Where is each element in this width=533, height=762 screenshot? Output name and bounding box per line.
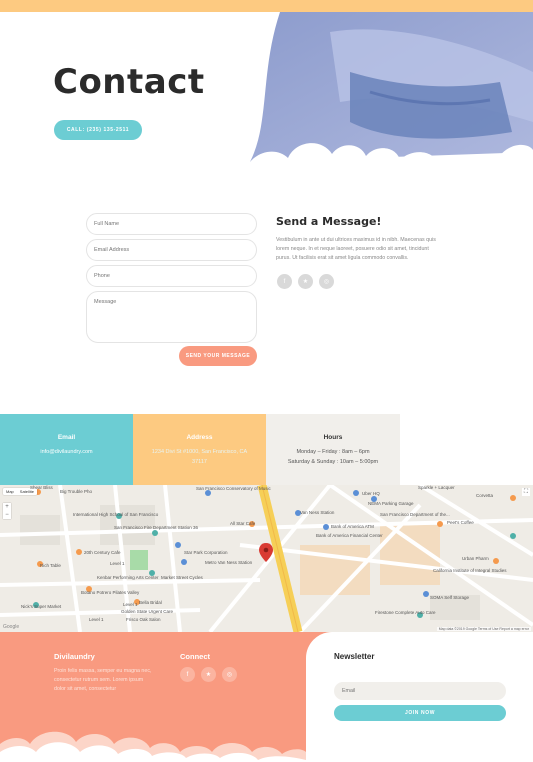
map-label: San Francisco Department of the... — [380, 512, 450, 517]
map-label: Uber HQ — [362, 491, 380, 496]
map-label: Level 1 — [89, 617, 104, 622]
map-label: Shear Bliss — [30, 485, 53, 490]
map-label: Sparkle + Lacquer — [418, 485, 455, 490]
footer-connect-heading: Connect — [180, 652, 210, 661]
map-label: NEMA Parking Garage — [368, 501, 414, 506]
zoom-controls[interactable]: + − — [3, 503, 11, 519]
send-message-text: Vestibulum in ante ut dui ultrices maxim… — [276, 237, 436, 261]
email-heading: Email — [57, 434, 76, 441]
map-label: International High School of San Francis… — [73, 512, 159, 517]
map-label: Level 1 — [123, 602, 138, 607]
map-label: Van Ness Station — [300, 510, 335, 515]
map-label: Metro Van Ness Station — [205, 560, 253, 565]
page-title: Contact — [53, 62, 205, 102]
twitter-icon[interactable]: ★ — [298, 274, 313, 289]
call-button[interactable]: CALL: (235) 135-2511 — [54, 120, 142, 140]
address-line-2: 37117 — [192, 459, 207, 465]
map-label: Kenbar Performing Arts Center — [97, 575, 159, 580]
hours-info-block: Hours Monday – Friday : 8am – 6pm Saturd… — [266, 414, 400, 485]
newsletter-card: Newsletter JOIN NOW — [306, 632, 533, 762]
address-line-1: 1234 Divi St #1000, San Francisco, CA — [151, 449, 248, 455]
map-label: Nick's Super Market — [21, 604, 62, 609]
map-toggle-map[interactable]: Map — [3, 488, 17, 495]
newsletter-email-field[interactable] — [334, 682, 506, 700]
join-now-button[interactable]: JOIN NOW — [334, 705, 506, 721]
top-accent-bar — [0, 0, 533, 12]
map-label: Firestone Complete Auto Care — [375, 610, 436, 615]
message-field[interactable] — [86, 291, 257, 343]
hours-line-1: Monday – Friday : 8am – 6pm — [296, 449, 370, 455]
map-label: San Francisco Conservatory of Music — [196, 486, 271, 491]
instagram-icon[interactable]: ◎ — [222, 667, 237, 682]
map-label: SOMA Self Storage — [430, 595, 470, 600]
send-message-heading: Send a Message! — [276, 215, 382, 228]
email-field[interactable] — [86, 239, 257, 261]
footer-brand: Divilaundry — [54, 652, 95, 661]
fullscreen-icon[interactable]: ⛶ — [522, 488, 530, 496]
facebook-icon[interactable]: f — [180, 667, 195, 682]
map-label: Frisco Oak Salon — [126, 617, 161, 622]
phone-field[interactable] — [86, 265, 257, 287]
send-message-button[interactable]: SEND YOUR MESSAGE — [179, 346, 257, 366]
hours-heading: Hours — [323, 434, 343, 441]
map-footer[interactable]: Map data ©2019 Google Terms of Use Repor… — [436, 627, 531, 631]
map-label: Peet's Coffee — [447, 520, 474, 525]
map-label: 20th Century Cafe — [84, 550, 121, 555]
email-value[interactable]: info@divilaundry.com — [0, 447, 133, 457]
map-label: San Francisco Fire Department Station 36 — [114, 525, 199, 530]
address-info-block: Address 1234 Divi St #1000, San Francisc… — [133, 414, 266, 485]
map-label: Rich Table — [40, 563, 61, 568]
map-label: Big Trouble Pho — [60, 489, 93, 494]
map-label: Level 1 — [110, 561, 125, 566]
address-heading: Address — [186, 434, 213, 441]
map-label: Botano Potrero Pilates Valley — [81, 590, 140, 595]
map-logo: Google — [3, 624, 20, 630]
map-label: Star Park Corporation — [184, 550, 228, 555]
instagram-icon[interactable]: ◎ — [319, 274, 334, 289]
location-map[interactable]: Map Satellite + − ⛶ San Francisco Conserv… — [0, 485, 533, 632]
facebook-icon[interactable]: f — [277, 274, 292, 289]
map-label: Urban Pharm — [462, 556, 489, 561]
hero-image — [250, 12, 533, 190]
twitter-icon[interactable]: ★ — [201, 667, 216, 682]
map-label: Bella Bridal — [139, 600, 162, 605]
newsletter-heading: Newsletter — [334, 652, 375, 661]
map-label: Market Street Cycles — [161, 575, 203, 580]
map-label: Corvetta — [476, 493, 494, 498]
map-label: Golden State Urgent Care — [121, 609, 174, 614]
email-info-block: Email info@divilaundry.com — [0, 414, 133, 485]
hours-line-2: Saturday & Sunday : 10am – 5:00pm — [287, 459, 379, 465]
footer: Divilaundry Proin felis massa, semper eu… — [0, 632, 533, 762]
footer-text: Proin felis massa, semper eu magna nec, … — [54, 668, 152, 692]
map-label: Bank of America Financial Center — [316, 533, 383, 538]
map-label: California Institute of Integral Studies — [433, 568, 507, 573]
full-name-field[interactable] — [86, 213, 257, 235]
map-label: All Star Cafe — [230, 521, 256, 526]
map-label: Bank of America ATM — [331, 524, 374, 529]
